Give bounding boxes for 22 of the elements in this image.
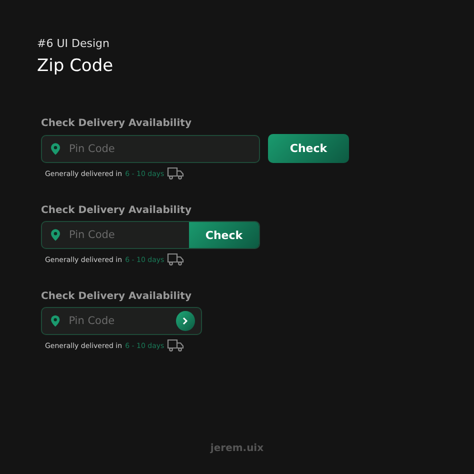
location-pin-icon	[51, 142, 60, 154]
series-label: #6 UI Design	[37, 37, 110, 50]
truck-icon	[167, 339, 184, 352]
check-button[interactable]: Check	[189, 222, 259, 248]
truck-icon	[167, 167, 184, 180]
section-label: Check Delivery Availability	[41, 291, 192, 302]
author-credit: jerem.uix	[210, 443, 264, 454]
section-label: Check Delivery Availability	[41, 118, 192, 129]
pin-code-field[interactable]: Pin Code Check	[41, 221, 260, 249]
chevron-right-icon	[182, 317, 188, 325]
pin-code-input[interactable]: Pin Code	[69, 229, 179, 241]
pin-code-input[interactable]: Pin Code	[68, 315, 167, 327]
pin-code-field[interactable]: Pin Code	[41, 307, 202, 335]
page-title: Zip Code	[37, 56, 114, 76]
go-button[interactable]	[176, 311, 195, 331]
section-label: Check Delivery Availability	[41, 205, 192, 216]
check-button[interactable]: Check	[268, 134, 349, 163]
pin-code-field[interactable]: Pin Code	[41, 134, 260, 162]
truck-icon	[167, 253, 184, 266]
location-pin-icon	[51, 315, 60, 327]
location-pin-icon	[51, 229, 60, 241]
pin-code-input[interactable]: Pin Code	[69, 142, 169, 154]
